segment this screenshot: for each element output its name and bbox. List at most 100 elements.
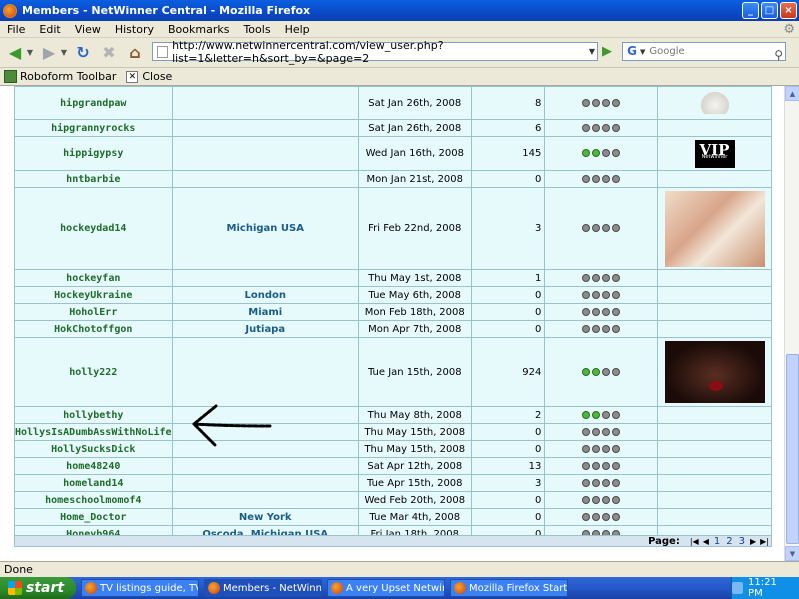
close-toolbar-label[interactable]: Close: [142, 70, 172, 83]
menu-help[interactable]: Help: [278, 23, 317, 36]
stop-icon[interactable]: ✖: [98, 42, 120, 64]
network-icon[interactable]: [732, 582, 744, 594]
status-dot-icon[interactable]: [602, 98, 611, 107]
status-dot-icon[interactable]: [592, 174, 601, 183]
search-engine-dropdown-icon[interactable]: ▼: [640, 48, 645, 56]
status-dot-icon[interactable]: [602, 495, 611, 504]
status-dot-icon[interactable]: [592, 410, 601, 419]
search-input[interactable]: [649, 46, 770, 57]
status-dot-icon[interactable]: [612, 123, 621, 132]
url-dropdown-icon[interactable]: ▼: [589, 47, 595, 56]
status-dot-icon[interactable]: [582, 174, 591, 183]
status-dot-icon[interactable]: [602, 307, 611, 316]
status-dot-icon[interactable]: [612, 224, 621, 232]
status-dot-icon[interactable]: [612, 495, 621, 504]
menu-view[interactable]: View: [68, 23, 108, 36]
prev-page-icon[interactable]: ◀: [703, 537, 709, 546]
url-text[interactable]: http://www.netwinnercentral.com/view_use…: [172, 39, 597, 65]
status-dot-icon[interactable]: [582, 461, 591, 470]
status-dot-icon[interactable]: [592, 123, 601, 132]
status-dot-icon[interactable]: [582, 324, 591, 333]
page-link[interactable]: 2: [726, 536, 732, 547]
vertical-scrollbar[interactable]: ▲ ▼: [784, 86, 799, 561]
status-dot-icon[interactable]: [612, 290, 621, 299]
vip-badge-image[interactable]: VIP Netwinner: [694, 139, 735, 168]
close-toolbar-icon[interactable]: ✕: [126, 70, 139, 83]
menu-file[interactable]: File: [0, 23, 32, 36]
status-dot-icon[interactable]: [612, 273, 621, 282]
menu-edit[interactable]: Edit: [32, 23, 67, 36]
page-link[interactable]: 1: [714, 536, 720, 547]
status-dot-icon[interactable]: [592, 324, 601, 333]
search-icon[interactable]: ⚲: [774, 48, 783, 62]
status-dot-icon[interactable]: [582, 123, 591, 132]
status-dot-icon[interactable]: [602, 444, 611, 453]
member-name-link[interactable]: HollysIsADumbAssWithNoLife: [14, 423, 173, 441]
status-dot-icon[interactable]: [582, 478, 591, 487]
status-dot-icon[interactable]: [612, 444, 621, 453]
maximize-button[interactable]: □: [761, 2, 778, 19]
status-dot-icon[interactable]: [582, 98, 591, 107]
status-dot-icon[interactable]: [602, 512, 611, 521]
status-dot-icon[interactable]: [612, 410, 621, 419]
status-dot-icon[interactable]: [612, 367, 621, 376]
status-dot-icon[interactable]: [602, 427, 611, 436]
status-dot-icon[interactable]: [612, 174, 621, 183]
status-dot-icon[interactable]: [602, 149, 611, 157]
member-name-link[interactable]: hockeydad14: [14, 187, 173, 270]
status-dot-icon[interactable]: [582, 410, 591, 419]
status-dot-icon[interactable]: [602, 478, 611, 487]
google-icon[interactable]: G: [624, 44, 640, 59]
status-dot-icon[interactable]: [612, 461, 621, 470]
menu-bookmarks[interactable]: Bookmarks: [161, 23, 236, 36]
member-name-link[interactable]: Home_Doctor: [14, 508, 173, 526]
status-dot-icon[interactable]: [612, 478, 621, 487]
avatar-image[interactable]: [700, 92, 729, 114]
scroll-up-icon[interactable]: ▲: [785, 86, 799, 101]
status-dot-icon[interactable]: [582, 149, 591, 157]
status-dot-icon[interactable]: [602, 367, 611, 376]
status-dot-icon[interactable]: [592, 478, 601, 487]
member-name-link[interactable]: hockeyfan: [14, 269, 173, 287]
taskbar-item[interactable]: Members - NetWinner...: [204, 579, 322, 597]
member-name-link[interactable]: home48240: [14, 457, 173, 475]
member-name-link[interactable]: HoholErr: [14, 303, 173, 321]
status-dot-icon[interactable]: [592, 307, 601, 316]
close-window-button[interactable]: ×: [780, 2, 797, 19]
status-dot-icon[interactable]: [592, 224, 601, 232]
status-dot-icon[interactable]: [602, 461, 611, 470]
member-name-link[interactable]: hipgrannyrocks: [14, 119, 173, 137]
go-icon[interactable]: ▶: [600, 44, 614, 59]
status-dot-icon[interactable]: [592, 98, 601, 107]
status-dot-icon[interactable]: [582, 224, 591, 232]
status-dot-icon[interactable]: [612, 149, 621, 157]
status-dot-icon[interactable]: [592, 461, 601, 470]
member-name-link[interactable]: HokChotoffgon: [14, 320, 173, 338]
status-dot-icon[interactable]: [582, 444, 591, 453]
scroll-down-icon[interactable]: ▼: [785, 546, 799, 561]
page-link[interactable]: 3: [739, 536, 745, 547]
status-dot-icon[interactable]: [602, 174, 611, 183]
status-dot-icon[interactable]: [582, 367, 591, 376]
status-dot-icon[interactable]: [582, 307, 591, 316]
member-name-link[interactable]: HollySucksDick: [14, 440, 173, 458]
avatar-image[interactable]: [664, 190, 765, 267]
status-dot-icon[interactable]: [602, 290, 611, 299]
status-dot-icon[interactable]: [582, 512, 591, 521]
status-dot-icon[interactable]: [592, 273, 601, 282]
status-dot-icon[interactable]: [602, 273, 611, 282]
status-dot-icon[interactable]: [592, 444, 601, 453]
url-bar[interactable]: http://www.netwinnercentral.com/view_use…: [152, 39, 598, 65]
status-dot-icon[interactable]: [582, 273, 591, 282]
status-dot-icon[interactable]: [612, 98, 621, 107]
start-button[interactable]: start: [0, 577, 76, 599]
minimize-button[interactable]: _: [742, 2, 759, 19]
status-dot-icon[interactable]: [602, 123, 611, 132]
member-name-link[interactable]: hntbarbie: [14, 170, 173, 188]
status-dot-icon[interactable]: [612, 512, 621, 521]
member-name-link[interactable]: hollybethy: [14, 406, 173, 424]
taskbar-item[interactable]: TV listings guide, TV s...: [81, 579, 199, 597]
avatar-image[interactable]: [664, 341, 765, 403]
member-name-link[interactable]: hipgrandpaw: [14, 86, 173, 120]
status-dot-icon[interactable]: [612, 307, 621, 316]
